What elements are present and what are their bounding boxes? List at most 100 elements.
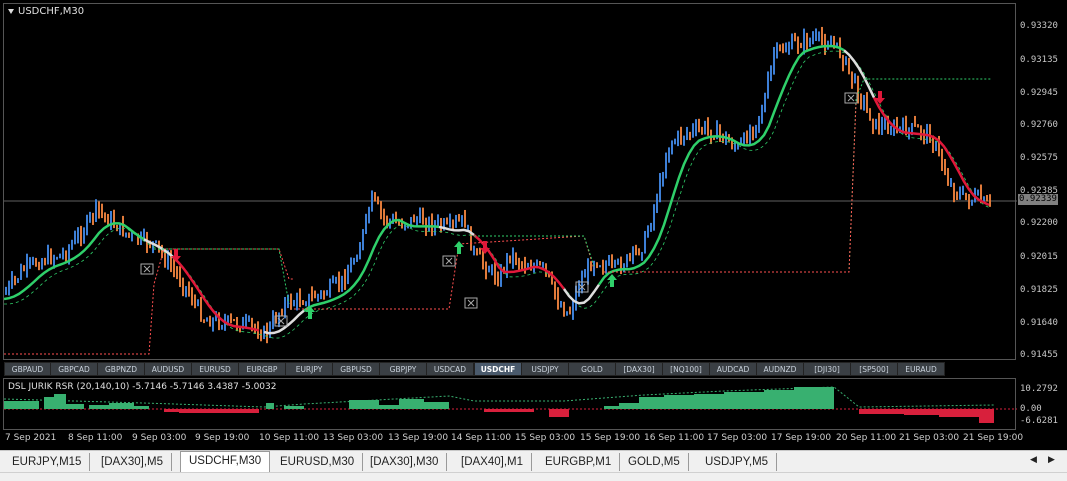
- time-tick-label: 17 Sep 03:00: [707, 433, 768, 443]
- price-tick-label: 0.92945: [1020, 88, 1058, 98]
- time-tick-label: 13 Sep 03:00: [323, 433, 384, 443]
- histogram-bar: [179, 409, 259, 413]
- symbol-button-gbpjpy[interactable]: GBPJPY: [379, 362, 427, 376]
- time-tick-label: 15 Sep 03:00: [515, 433, 576, 443]
- up-arrow-icon: [607, 274, 617, 287]
- histogram-bar: [66, 404, 84, 409]
- histogram-bar: [904, 409, 939, 415]
- symbol-button-euraud[interactable]: EURAUD: [897, 362, 945, 376]
- time-tick-label: 17 Sep 19:00: [771, 433, 832, 443]
- histogram-bar: [54, 394, 66, 409]
- chart-title: USDCHF,M30: [8, 6, 84, 17]
- histogram-bar: [134, 406, 149, 409]
- chart-tab-eurjpym15[interactable]: EURJPY,M15: [4, 453, 91, 471]
- symbol-button-audusd[interactable]: AUDUSD: [144, 362, 192, 376]
- histogram-bar: [664, 395, 694, 409]
- symbol-button-audnzd[interactable]: AUDNZD: [756, 362, 804, 376]
- chart-tab-dax40m1[interactable]: [DAX40],M1: [453, 453, 532, 471]
- chart-tab-bar: ◀ ▶ EURJPY,M15 [DAX30],M5 USDCHF,M30 EURUSD…: [0, 450, 1067, 473]
- time-tick-label: 10 Sep 11:00: [259, 433, 320, 443]
- symbol-button-usdcad[interactable]: USDCAD: [426, 362, 474, 376]
- indicator-tick-label: 0.00: [1020, 404, 1042, 414]
- symbol-button-dji30[interactable]: [DJI30]: [803, 362, 851, 376]
- x-box-icon: [844, 92, 858, 104]
- indicator-tick-label: 10.2792: [1020, 384, 1058, 394]
- histogram-bar: [424, 402, 449, 409]
- histogram-bar: [604, 406, 619, 409]
- histogram-bar: [764, 390, 794, 409]
- symbol-button-nq100[interactable]: [NQ100]: [662, 362, 710, 376]
- symbol-button-usdjpy[interactable]: USDJPY: [521, 362, 569, 376]
- chart-tab-dax30m30[interactable]: [DAX30],M30: [362, 453, 448, 471]
- price-tick-label: 0.91455: [1020, 350, 1058, 360]
- price-tick-label: 0.92575: [1020, 153, 1058, 163]
- symbol-button-gold[interactable]: GOLD: [568, 362, 616, 376]
- x-box-icon: [140, 263, 154, 275]
- price-tick-label: 0.91640: [1020, 318, 1058, 328]
- x-box-icon: [464, 297, 478, 309]
- chevron-left-icon[interactable]: ◀: [1030, 455, 1037, 465]
- symbol-button-sp500[interactable]: [SP500]: [850, 362, 898, 376]
- chart-tab-eurgbpm1[interactable]: EURGBP,M1: [537, 453, 621, 471]
- time-tick-label: 14 Sep 11:00: [451, 433, 512, 443]
- chart-tab-eurusdm30[interactable]: EURUSD,M30: [272, 453, 364, 471]
- symbol-button-eurgbp[interactable]: EURGBP: [238, 362, 286, 376]
- histogram-bar: [794, 387, 834, 409]
- main-chart-area[interactable]: [3, 3, 1017, 360]
- indicator-tick-label: -6.6281: [1020, 416, 1058, 426]
- chart-tab-dax30m5[interactable]: [DAX30],M5: [93, 453, 172, 471]
- time-tick-label: 9 Sep 19:00: [195, 433, 250, 443]
- time-tick-label: 8 Sep 11:00: [68, 433, 123, 443]
- histogram-bar: [939, 409, 979, 417]
- trend-line-segment: [872, 96, 990, 207]
- stop-level-line: [604, 103, 857, 273]
- symbol-button-gbpcad[interactable]: GBPCAD: [50, 362, 98, 376]
- current-price-box: 0.92339: [1018, 194, 1058, 205]
- price-tick-label: 0.92760: [1020, 120, 1058, 130]
- time-tick-label: 13 Sep 19:00: [388, 433, 449, 443]
- chart-symbol-timeframe: USDCHF,M30: [18, 6, 85, 17]
- chart-tab-usdjpym5[interactable]: USDJPY,M5: [697, 453, 778, 471]
- symbol-button-gbpusd[interactable]: GBPUSD: [332, 362, 380, 376]
- symbol-button-audcad[interactable]: AUDCAD: [709, 362, 757, 376]
- symbol-button-gbpaud[interactable]: GBPAUD: [4, 362, 51, 376]
- histogram-bar: [4, 401, 39, 409]
- chevron-right-icon[interactable]: ▶: [1048, 455, 1055, 465]
- price-tick-label: 0.92200: [1020, 218, 1058, 228]
- histogram-bar: [694, 394, 724, 409]
- histogram-bar: [639, 397, 664, 409]
- histogram-bar: [859, 409, 904, 414]
- histogram-bar: [109, 403, 134, 409]
- stop-level-line: [4, 248, 294, 355]
- histogram-bar: [619, 403, 639, 409]
- histogram-bar: [89, 405, 109, 409]
- histogram-bar: [284, 406, 304, 409]
- up-arrow-icon: [454, 241, 464, 254]
- symbol-button-dax30[interactable]: [DAX30]: [615, 362, 663, 376]
- histogram-bar: [724, 392, 764, 409]
- time-tick-label: 20 Sep 11:00: [836, 433, 897, 443]
- time-tick-label: 7 Sep 2021: [5, 433, 57, 443]
- chart-tab-usdchfm30[interactable]: USDCHF,M30: [180, 451, 271, 473]
- symbol-button-usdchf[interactable]: USDCHF: [474, 362, 522, 376]
- price-chart-svg: [4, 26, 1017, 355]
- symbol-button-eurusd[interactable]: EURUSD: [191, 362, 239, 376]
- time-tick-label: 16 Sep 11:00: [644, 433, 705, 443]
- histogram-bar: [484, 409, 534, 412]
- symbol-button-gbpnzd[interactable]: GBPNZD: [97, 362, 145, 376]
- time-tick-label: 15 Sep 19:00: [580, 433, 641, 443]
- symbol-button-eurjpy[interactable]: EURJPY: [285, 362, 333, 376]
- time-tick-label: 21 Sep 19:00: [963, 433, 1024, 443]
- price-tick-label: 0.92015: [1020, 252, 1058, 262]
- histogram-bar: [979, 409, 994, 423]
- time-tick-label: 21 Sep 03:00: [899, 433, 960, 443]
- dropdown-triangle-icon[interactable]: [8, 8, 14, 14]
- candles-group: [5, 26, 991, 344]
- histogram-bar: [44, 397, 54, 409]
- histogram-bar: [379, 405, 399, 409]
- histogram-bar: [549, 409, 569, 417]
- price-tick-label: 0.93320: [1020, 21, 1058, 31]
- signal-line: [4, 50, 990, 339]
- chart-tab-goldm5[interactable]: GOLD,M5: [620, 453, 689, 471]
- indicator-title: DSL JURIK RSR (20,140,10) -5.7146 -5.714…: [8, 382, 277, 392]
